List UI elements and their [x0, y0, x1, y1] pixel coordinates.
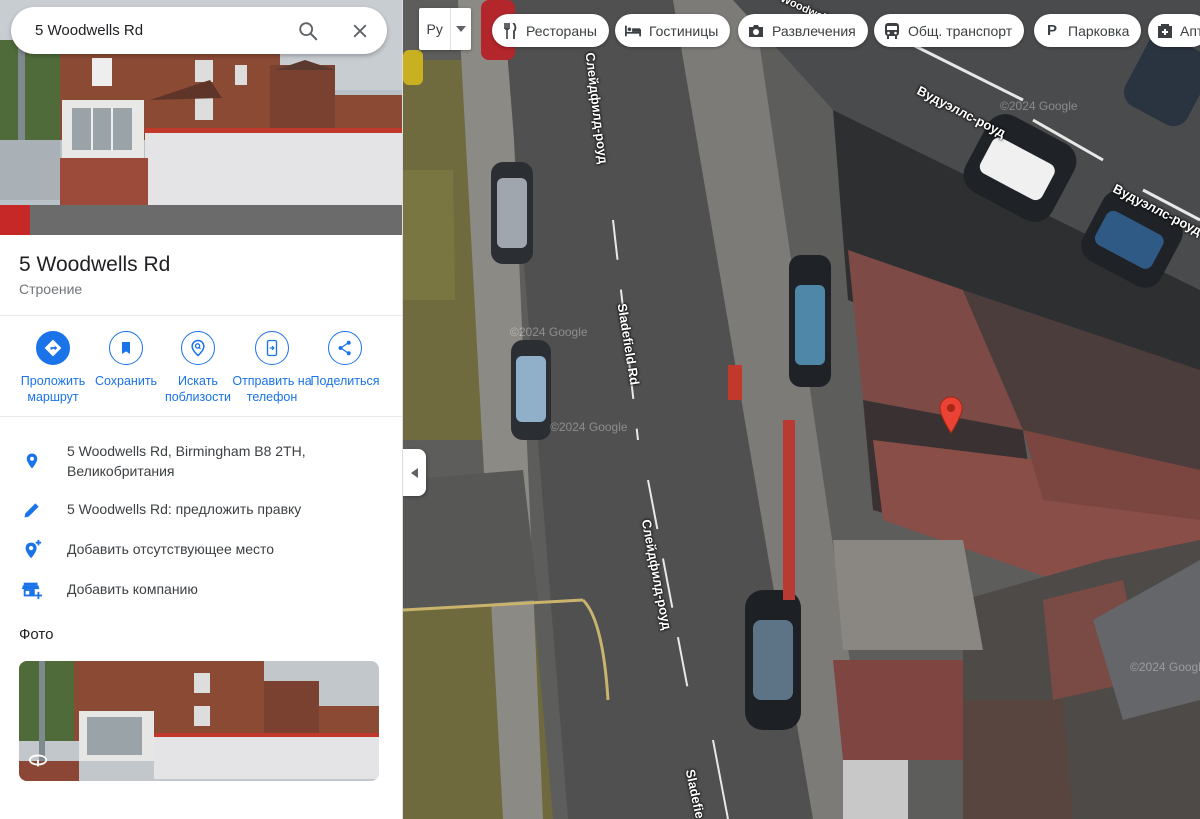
- hotel-icon: [625, 23, 641, 39]
- send-to-phone-button[interactable]: Отправить на телефон: [232, 331, 312, 405]
- suggest-edit-text: 5 Woodwells Rd: предложить правку: [67, 501, 302, 517]
- search-box: [11, 7, 387, 54]
- address-row[interactable]: 5 Woodwells Rd, Birmingham B8 2TH, Велик…: [0, 440, 402, 484]
- pharmacy-icon: [1158, 23, 1172, 39]
- address-text: 5 Woodwells Rd, Birmingham B8 2TH, Велик…: [67, 443, 306, 479]
- search-button[interactable]: [292, 15, 324, 47]
- share-button[interactable]: Поделиться: [305, 331, 385, 389]
- chip-transit[interactable]: Общ. транспорт: [874, 14, 1025, 47]
- suggest-edit-row[interactable]: 5 Woodwells Rd: предложить правку: [0, 498, 402, 522]
- chip-label: Гостиницы: [649, 22, 719, 39]
- share-label: Поделиться: [310, 374, 380, 388]
- search-input[interactable]: [35, 7, 275, 54]
- clear-search-button[interactable]: [344, 15, 376, 47]
- place-panel: 5 Woodwells Rd Строение Проложить маршру…: [0, 0, 403, 819]
- photo-thumbnail[interactable]: [19, 661, 379, 781]
- search-icon: [299, 22, 318, 41]
- chip-label: Общ. транспорт: [908, 22, 1013, 39]
- place-marker-icon[interactable]: [939, 396, 963, 434]
- pencil-icon: [24, 503, 39, 518]
- street-view-thumbnail: [19, 661, 379, 781]
- save-label: Сохранить: [94, 374, 158, 388]
- close-icon: [353, 24, 367, 38]
- language-label: Ру: [419, 8, 452, 50]
- chip-restaurants[interactable]: Рестораны: [492, 14, 609, 47]
- chip-hotels[interactable]: Гостиницы: [615, 14, 731, 47]
- street-view-360-icon: [27, 752, 49, 773]
- chip-label: Апт: [1180, 22, 1200, 39]
- nearby-icon: [191, 339, 205, 357]
- chip-parking[interactable]: P Парковка: [1034, 14, 1142, 47]
- send-to-phone-icon: [266, 339, 278, 357]
- chip-pharmacy[interactable]: Апт: [1148, 14, 1200, 47]
- add-business-row[interactable]: Добавить компанию: [0, 578, 402, 602]
- send-to-phone-label: Отправить на телефон: [232, 374, 312, 404]
- add-place-text: Добавить отсутствующее место: [67, 541, 275, 557]
- chip-entertainment[interactable]: Развлечения: [738, 14, 868, 47]
- save-button[interactable]: Сохранить: [86, 331, 166, 389]
- chip-label: Парковка: [1068, 22, 1130, 39]
- chevron-left-icon: [410, 467, 418, 478]
- directions-button[interactable]: Проложить маршрут: [13, 331, 93, 405]
- directions-icon: [44, 339, 62, 357]
- transit-icon: [884, 22, 900, 39]
- parking-icon: P: [1046, 22, 1057, 39]
- search-nearby-button[interactable]: Искать поблизости: [158, 331, 238, 405]
- language-selector[interactable]: Ру: [419, 8, 471, 50]
- chevron-down-icon: [451, 8, 471, 50]
- divider: [0, 416, 402, 417]
- share-icon: [338, 340, 351, 356]
- directions-label: Проложить маршрут: [20, 374, 86, 404]
- map-watermark: ©2024 Google: [1000, 99, 1078, 113]
- chip-label: Рестораны: [526, 22, 597, 39]
- map-watermark: ©2024 Google: [1130, 660, 1200, 674]
- divider: [0, 315, 402, 316]
- chip-label: Развлечения: [772, 22, 856, 39]
- photos-heading: Фото: [19, 626, 54, 643]
- add-place-row[interactable]: Добавить отсутствующее место: [0, 538, 402, 562]
- add-place-icon: [25, 539, 42, 559]
- add-business-text: Добавить компанию: [67, 581, 198, 597]
- satellite-imagery: [403, 0, 1200, 819]
- restaurant-icon: [502, 22, 518, 39]
- add-business-icon: [21, 582, 43, 600]
- search-nearby-label: Искать поблизости: [164, 374, 232, 404]
- location-pin-icon: [26, 453, 38, 469]
- satellite-map[interactable]: Слейдфилд-роуд Sladefield Rd Слейдфилд-р…: [403, 0, 1200, 819]
- map-watermark: ©2024 Google: [550, 420, 628, 434]
- collapse-panel-button[interactable]: [403, 449, 426, 496]
- bookmark-icon: [122, 342, 130, 354]
- map-watermark: ©2024 Google: [510, 325, 588, 339]
- camera-icon: [748, 23, 764, 39]
- place-title: 5 Woodwells Rd: [19, 253, 171, 276]
- place-category: Строение: [19, 281, 83, 297]
